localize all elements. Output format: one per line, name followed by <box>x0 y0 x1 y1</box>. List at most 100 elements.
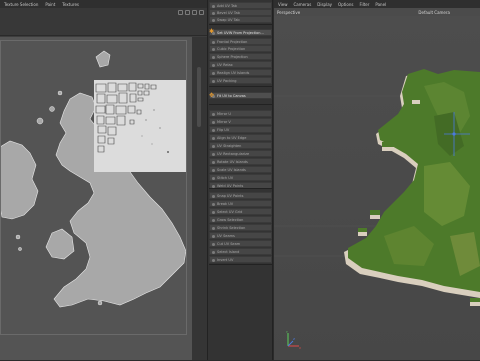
tool-item[interactable]: Select Island <box>209 248 272 255</box>
menu-texture-selection[interactable]: Texture Selection <box>4 2 38 7</box>
tool-label: Bevel UV Tab <box>217 10 240 15</box>
tool-label: Realign UV Islands <box>217 70 250 75</box>
tool-label: Mirror V <box>217 119 231 124</box>
tool-label: Align to UV Edge <box>217 135 247 140</box>
tool-label: Scale UV Islands <box>217 167 246 172</box>
tool-item[interactable]: UV Packing <box>209 77 272 84</box>
tool-item[interactable]: Shrink Selection <box>209 224 272 231</box>
tool-item[interactable]: Realign UV Islands <box>209 69 272 76</box>
tool-label: Grow Selection <box>217 217 244 222</box>
tool-icon <box>212 120 215 124</box>
tool-icon <box>212 218 215 222</box>
tool-label: Select Island <box>217 249 240 254</box>
tool-icon <box>212 202 215 206</box>
tool-label: Break UV <box>217 201 234 206</box>
tool-item[interactable]: Bevel UV Tab <box>209 9 272 16</box>
tool-separator <box>209 24 272 25</box>
tool-label: UV Packing <box>217 78 237 83</box>
uv-editor-panel: Texture Selection Paint Textures <box>0 0 207 360</box>
tool-item[interactable]: Rotate UV Islands <box>209 158 272 165</box>
tool-icon <box>212 234 215 238</box>
tool-item[interactable]: Select UV Grid <box>209 208 272 215</box>
tool-item[interactable]: Scale UV Islands <box>209 166 272 173</box>
tool-item[interactable]: Cut UV Seam <box>209 240 272 247</box>
tool-item[interactable]: Align to UV Edge <box>209 134 272 141</box>
tool-label: Invert UV <box>217 257 234 262</box>
tool-icon <box>212 128 215 132</box>
tool-item[interactable]: Break UV <box>209 200 272 207</box>
viewport-scene[interactable] <box>274 16 480 360</box>
viewport-menubar: View Cameras Display Options Filter Pane… <box>274 0 480 8</box>
tool-item[interactable]: Swap UV Tab <box>209 16 272 23</box>
projection-star-icon: ✱ <box>209 28 215 35</box>
tool-item[interactable]: Stitch UV <box>209 174 272 181</box>
vp-menu-cameras[interactable]: Cameras <box>294 2 312 7</box>
tool-item[interactable]: UV Straighten <box>209 142 272 149</box>
tool-separator <box>209 104 272 105</box>
tool-icon <box>212 210 215 214</box>
uv-toolbar <box>0 8 207 36</box>
tool-item[interactable]: UV Relax <box>209 61 272 68</box>
tool-icon <box>212 168 215 172</box>
tool-item[interactable]: Fit UV to Canvas <box>209 92 272 99</box>
menu-textures[interactable]: Textures <box>62 2 79 7</box>
tool-icon <box>212 176 215 180</box>
tool-item[interactable]: Snap UV Points <box>209 192 272 199</box>
tool-icon <box>212 47 215 51</box>
tool-item[interactable]: Mirror U <box>209 110 272 117</box>
tool-label: Add UV Tab <box>217 3 237 8</box>
tool-label: Stitch UV <box>217 175 234 180</box>
vp-menu-filter[interactable]: Filter <box>359 2 369 7</box>
tool-icon <box>212 242 215 246</box>
viewport-label-bar: Perspective Default Camera <box>274 8 480 16</box>
tool-item[interactable]: Set UVW From Projection... <box>209 29 272 36</box>
frame-icon[interactable] <box>192 10 197 15</box>
tool-icon <box>212 71 215 75</box>
tool-label: Cut UV Seam <box>217 241 241 246</box>
tool-icon <box>212 55 215 59</box>
tool-item[interactable]: Add UV Tab <box>209 2 272 9</box>
tool-icon <box>212 79 215 83</box>
svg-text:X: X <box>299 346 301 350</box>
tool-separator <box>209 188 272 189</box>
tool-label: Cubic Projection <box>217 46 246 51</box>
vp-menu-panel[interactable]: Panel <box>375 2 386 7</box>
tool-icon <box>212 250 215 254</box>
tool-label: Select UV Grid <box>217 209 243 214</box>
tool-label: UV Seams <box>217 233 235 238</box>
maximize-icon[interactable] <box>199 10 204 15</box>
tool-item[interactable]: Grow Selection <box>209 216 272 223</box>
tool-item[interactable]: UV Rectangularize <box>209 150 272 157</box>
3d-viewport[interactable]: View Cameras Display Options Filter Pane… <box>274 0 480 360</box>
atlas-tiles <box>95 82 169 153</box>
tool-label: Snap UV Points <box>217 193 244 198</box>
tool-item[interactable]: Flip UV <box>209 126 272 133</box>
pan-icon[interactable] <box>178 10 183 15</box>
uv-scrollbar-thumb[interactable] <box>197 67 201 127</box>
tool-icon <box>212 4 215 8</box>
tool-label: Weld UV Points <box>217 183 244 188</box>
tool-label: UV Straighten <box>217 143 242 148</box>
tool-icon <box>212 136 215 140</box>
tool-item[interactable]: Sphere Projection <box>209 53 272 60</box>
vp-menu-view[interactable]: View <box>278 2 288 7</box>
vp-menu-options[interactable]: Options <box>338 2 353 7</box>
tool-separator <box>209 264 272 265</box>
terrain-model <box>274 69 480 306</box>
tool-item[interactable]: Frontal Projection <box>209 38 272 45</box>
tool-icon <box>212 226 215 230</box>
tool-icon <box>212 258 215 262</box>
uv-tools-panel: Add UV Tab Bevel UV Tab Swap UV Tab Set UVW… <box>207 0 273 360</box>
tool-item[interactable]: Invert UV <box>209 256 272 263</box>
tool-icon <box>212 11 215 15</box>
uv-scrollbar[interactable] <box>192 37 207 360</box>
vp-menu-display[interactable]: Display <box>317 2 332 7</box>
tool-item[interactable]: Mirror V <box>209 118 272 125</box>
menu-paint[interactable]: Paint <box>45 2 55 7</box>
tool-label: UV Relax <box>217 62 233 67</box>
camera-name[interactable]: Default Camera <box>418 10 450 15</box>
zoom-icon[interactable] <box>185 10 190 15</box>
tool-item[interactable]: UV Seams <box>209 232 272 239</box>
tool-icon <box>212 63 215 67</box>
tool-item[interactable]: Cubic Projection <box>209 45 272 52</box>
